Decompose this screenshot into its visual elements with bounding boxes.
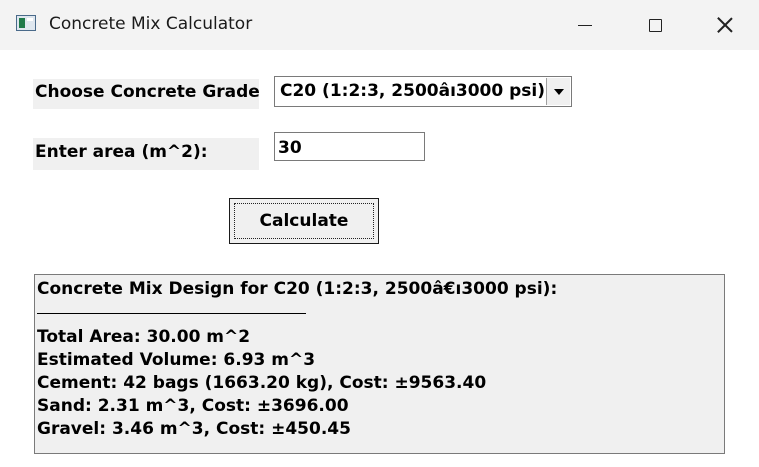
chevron-down-icon (553, 88, 564, 95)
grade-select[interactable]: C20 (1:2:3, 2500âı3000 psi) (274, 76, 572, 107)
minimize-icon (578, 24, 592, 26)
close-icon (717, 17, 733, 33)
grade-select-dropdown-button[interactable] (546, 78, 570, 105)
area-input[interactable] (274, 132, 425, 161)
results-divider (37, 313, 306, 314)
results-panel: Concrete Mix Design for C20 (1:2:3, 2500… (34, 274, 725, 454)
result-volume: Estimated Volume: 6.93 m^3 (37, 350, 316, 370)
results-lines: Total Area: 30.00 m^2 Estimated Volume: … (37, 326, 486, 441)
result-gravel: Gravel: 3.46 m^3, Cost: ±450.45 (37, 419, 351, 439)
result-cement: Cement: 42 bags (1663.20 kg), Cost: ±956… (37, 373, 487, 393)
minimize-button[interactable] (551, 0, 619, 50)
calculate-button[interactable]: Calculate (229, 198, 379, 244)
grade-select-value: C20 (1:2:3, 2500âı3000 psi) (280, 81, 546, 101)
result-sand: Sand: 2.31 m^3, Cost: ±3696.00 (37, 396, 349, 416)
result-total-area: Total Area: 30.00 m^2 (37, 327, 251, 347)
window-client-area: Choose Concrete Grade: C20 (1:2:3, 2500â… (0, 50, 759, 467)
area-label: Enter area (m^2): (33, 138, 259, 170)
close-button[interactable] (691, 0, 759, 50)
grade-label: Choose Concrete Grade: (33, 79, 259, 109)
focus-rectangle (234, 203, 374, 239)
window-title: Concrete Mix Calculator (49, 14, 253, 34)
app-window-icon (16, 15, 36, 31)
results-heading: Concrete Mix Design for C20 (1:2:3, 2500… (37, 279, 558, 299)
maximize-icon (648, 18, 662, 32)
maximize-button[interactable] (621, 0, 689, 50)
title-bar[interactable]: Concrete Mix Calculator (0, 0, 759, 50)
